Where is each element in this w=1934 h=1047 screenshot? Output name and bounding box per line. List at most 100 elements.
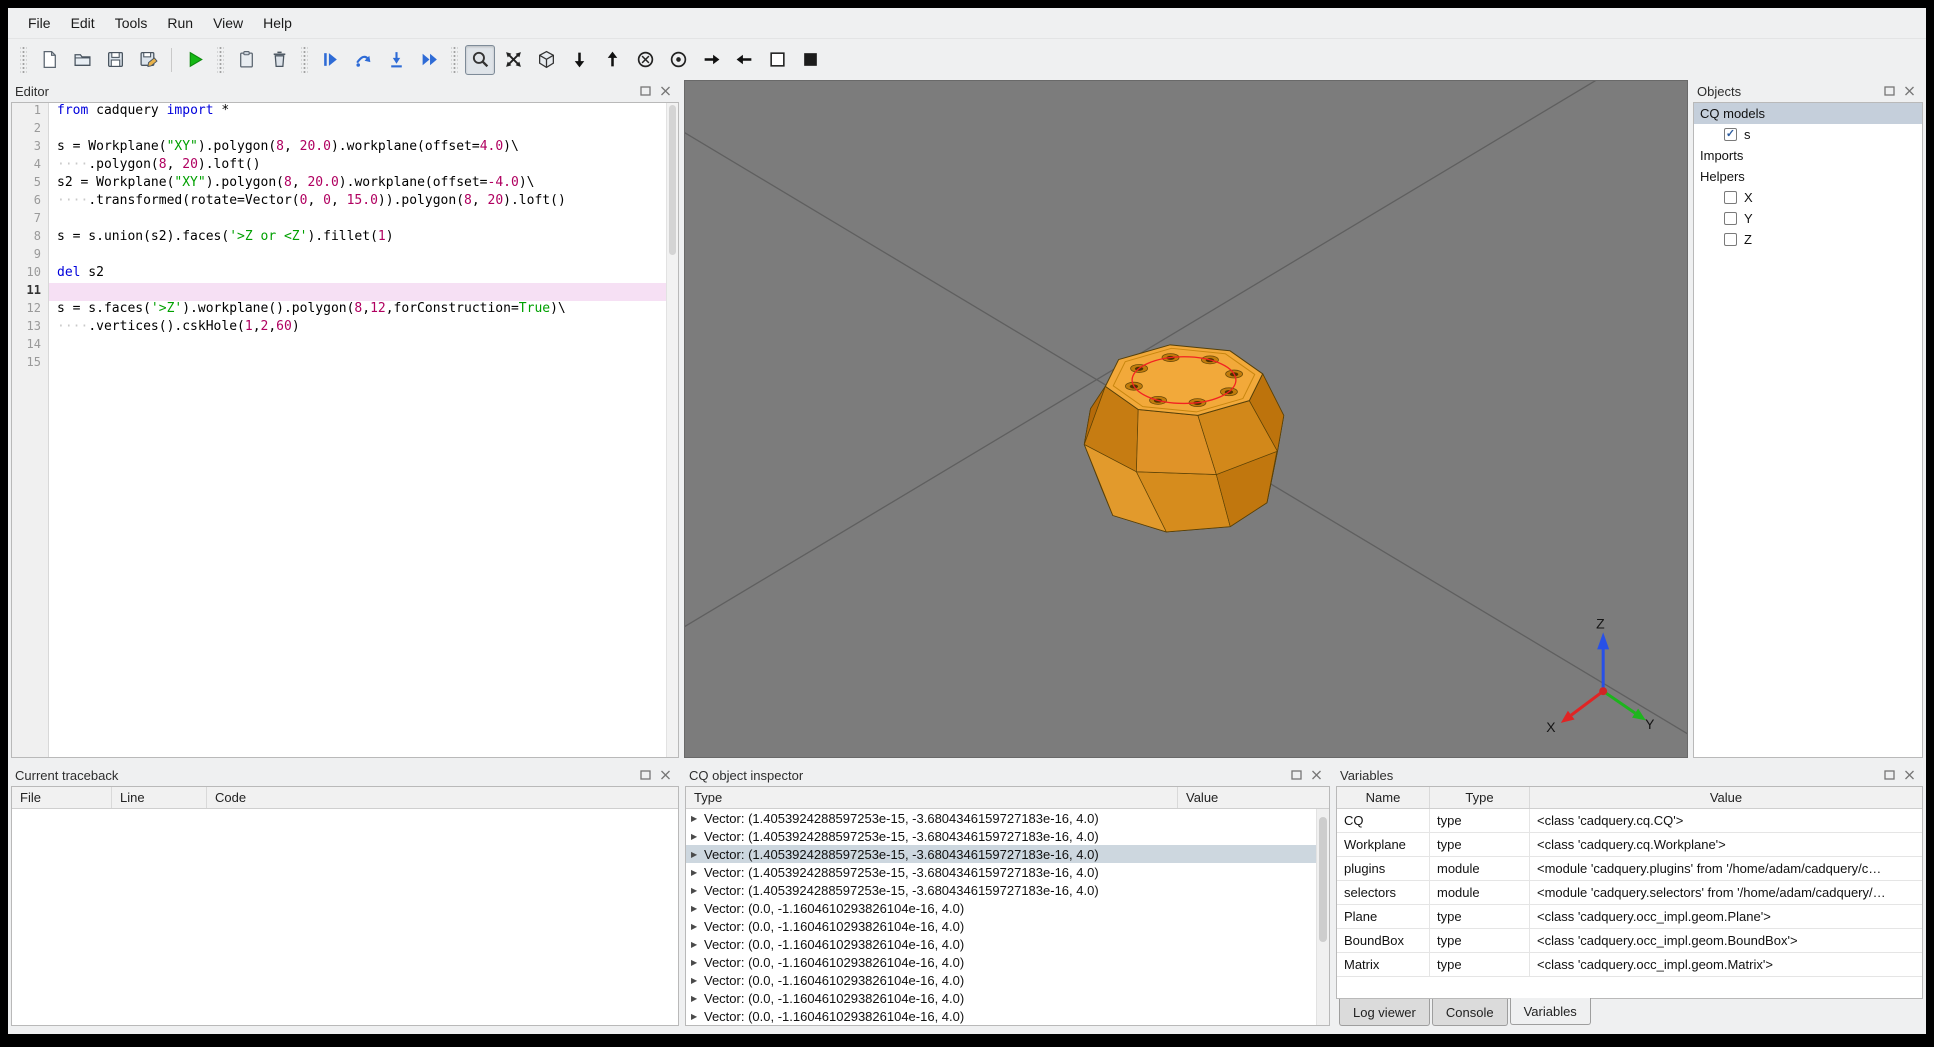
expand-arrow-icon[interactable]: ▶ <box>691 958 704 967</box>
tree-item-x[interactable]: X <box>1694 187 1922 208</box>
menu-edit[interactable]: Edit <box>61 11 105 35</box>
fit-all-button[interactable] <box>498 45 528 75</box>
view-front-button[interactable] <box>630 45 660 75</box>
editor-scrollbar[interactable] <box>666 103 678 757</box>
checkbox[interactable] <box>1724 212 1737 225</box>
variable-row[interactable]: Plane type <class 'cadquery.occ_impl.geom.… <box>1337 905 1922 929</box>
tree-item-helpers[interactable]: Helpers <box>1694 166 1922 187</box>
column-header-type[interactable]: Type <box>1430 787 1530 808</box>
view-left-button[interactable] <box>729 45 759 75</box>
expand-arrow-icon[interactable]: ▶ <box>691 832 704 841</box>
zoom-fit-button[interactable] <box>465 44 495 75</box>
inspector-row[interactable]: ▶ Vector: (0.0, -1.1604610293826104e-16, … <box>686 1007 1329 1025</box>
expand-arrow-icon[interactable]: ▶ <box>691 904 704 913</box>
view-down-button[interactable] <box>564 45 594 75</box>
code-line[interactable]: del s2 <box>49 265 666 283</box>
cad-model[interactable] <box>1083 344 1285 533</box>
inspector-row[interactable]: ▶ Vector: (1.4053924288597253e-15, -3.680… <box>686 881 1329 899</box>
checkbox[interactable] <box>1724 191 1737 204</box>
shaded-button[interactable] <box>795 45 825 75</box>
toolbar-drag-handle[interactable] <box>20 46 27 73</box>
code-line[interactable]: s2 = Workplane("XY").polygon(8, 20.0).wo… <box>49 175 666 193</box>
viewport-3d[interactable]: Z X Y <box>684 80 1688 758</box>
code-line[interactable] <box>49 355 666 373</box>
close-icon[interactable] <box>1901 768 1918 783</box>
scrollbar-thumb[interactable] <box>1319 817 1327 943</box>
continue-button[interactable] <box>414 45 444 75</box>
variable-row[interactable]: CQ type <class 'cadquery.cq.CQ'> <box>1337 809 1922 833</box>
code-line[interactable]: s = s.union(s2).faces('>Z or <Z').fillet… <box>49 229 666 247</box>
tree-item-cq-models[interactable]: CQ models <box>1694 103 1922 124</box>
code-line[interactable] <box>49 283 666 301</box>
inspector-row[interactable]: ▶ Vector: (1.4053924288597253e-15, -3.680… <box>686 863 1329 881</box>
inspector-row[interactable]: ▶ Vector: (1.4053924288597253e-15, -3.680… <box>686 845 1329 863</box>
tree-item-y[interactable]: Y <box>1694 208 1922 229</box>
tab-variables[interactable]: Variables <box>1509 998 1591 1025</box>
code-line[interactable]: ····.transformed(rotate=Vector(0, 0, 15.… <box>49 193 666 211</box>
menu-run[interactable]: Run <box>157 11 203 35</box>
column-header-file[interactable]: File <box>12 787 112 808</box>
expand-arrow-icon[interactable]: ▶ <box>691 976 704 985</box>
inspector-row[interactable]: ▶ Vector: (1.4053924288597253e-15, -3.680… <box>686 809 1329 827</box>
column-header-code[interactable]: Code <box>207 787 678 808</box>
step-into-button[interactable] <box>381 45 411 75</box>
inspector-row[interactable]: ▶ Vector: (1.4053924288597253e-15, -3.680… <box>686 827 1329 845</box>
step-button[interactable] <box>348 45 378 75</box>
expand-arrow-icon[interactable]: ▶ <box>691 940 704 949</box>
code-line[interactable] <box>49 247 666 265</box>
tab-log-viewer[interactable]: Log viewer <box>1339 999 1430 1026</box>
column-header-value[interactable]: Value <box>1530 787 1922 808</box>
save-button[interactable] <box>100 45 130 75</box>
menu-file[interactable]: File <box>18 11 61 35</box>
float-icon[interactable] <box>1881 84 1898 99</box>
tree-item-z[interactable]: Z <box>1694 229 1922 250</box>
tab-console[interactable]: Console <box>1431 999 1508 1026</box>
code-editor[interactable]: 1 2 3 4 5 6 7 8 9 10 11 12 13 14 15 from cadquery impo… <box>11 102 679 758</box>
code-line[interactable] <box>49 337 666 355</box>
paste-button[interactable] <box>231 45 261 75</box>
inspector-row[interactable]: ▶ Vector: (0.0, -1.1604610293826104e-16, … <box>686 971 1329 989</box>
column-header-type[interactable]: Type <box>686 787 1178 808</box>
variable-row[interactable]: BoundBox type <class 'cadquery.occ_impl.ge… <box>1337 929 1922 953</box>
float-icon[interactable] <box>637 84 654 99</box>
view-up-button[interactable] <box>597 45 627 75</box>
code-area[interactable]: from cadquery import * s = Workplane("XY"… <box>49 103 666 757</box>
debug-button[interactable] <box>315 45 345 75</box>
toolbar-drag-handle[interactable] <box>451 46 458 73</box>
wireframe-button[interactable] <box>762 45 792 75</box>
inspector-row[interactable]: ▶ Vector: (0.0, -1.1604610293826104e-16, … <box>686 953 1329 971</box>
variable-row[interactable]: Workplane type <class 'cadquery.cq.Workpla… <box>1337 833 1922 857</box>
render-button[interactable] <box>180 45 210 75</box>
menu-view[interactable]: View <box>203 11 253 35</box>
tree-item-imports[interactable]: Imports <box>1694 145 1922 166</box>
code-line[interactable] <box>49 211 666 229</box>
variable-row[interactable]: Matrix type <class 'cadquery.occ_impl.geom… <box>1337 953 1922 977</box>
checkbox[interactable] <box>1724 233 1737 246</box>
inspector-row[interactable]: ▶ Vector: (0.0, -1.1604610293826104e-16, … <box>686 989 1329 1007</box>
save-as-button[interactable] <box>133 45 163 75</box>
float-icon[interactable] <box>1881 768 1898 783</box>
iso-view-button[interactable] <box>531 45 561 75</box>
inspector-row[interactable]: ▶ Vector: (0.0, -1.1604610293826104e-16, … <box>686 935 1329 953</box>
close-icon[interactable] <box>657 84 674 99</box>
expand-arrow-icon[interactable]: ▶ <box>691 1012 704 1021</box>
menu-help[interactable]: Help <box>253 11 302 35</box>
code-line[interactable]: ····.polygon(8, 20).loft() <box>49 157 666 175</box>
column-header-line[interactable]: Line <box>112 787 207 808</box>
close-icon[interactable] <box>1308 768 1325 783</box>
code-line[interactable]: s = Workplane("XY").polygon(8, 20.0).wor… <box>49 139 666 157</box>
variable-row[interactable]: selectors module <module 'cadquery.selecto… <box>1337 881 1922 905</box>
expand-arrow-icon[interactable]: ▶ <box>691 922 704 931</box>
code-line[interactable]: ····.vertices().cskHole(1,2,60) <box>49 319 666 337</box>
scrollbar-thumb[interactable] <box>669 105 676 255</box>
expand-arrow-icon[interactable]: ▶ <box>691 994 704 1003</box>
column-header-value[interactable]: Value <box>1178 787 1329 808</box>
close-icon[interactable] <box>657 768 674 783</box>
expand-arrow-icon[interactable]: ▶ <box>691 868 704 877</box>
close-icon[interactable] <box>1901 84 1918 99</box>
toolbar-drag-handle[interactable] <box>217 46 224 73</box>
tree-item-s[interactable]: s <box>1694 124 1922 145</box>
expand-arrow-icon[interactable]: ▶ <box>691 886 704 895</box>
new-file-button[interactable] <box>34 45 64 75</box>
variable-row[interactable]: plugins module <module 'cadquery.plugins' … <box>1337 857 1922 881</box>
